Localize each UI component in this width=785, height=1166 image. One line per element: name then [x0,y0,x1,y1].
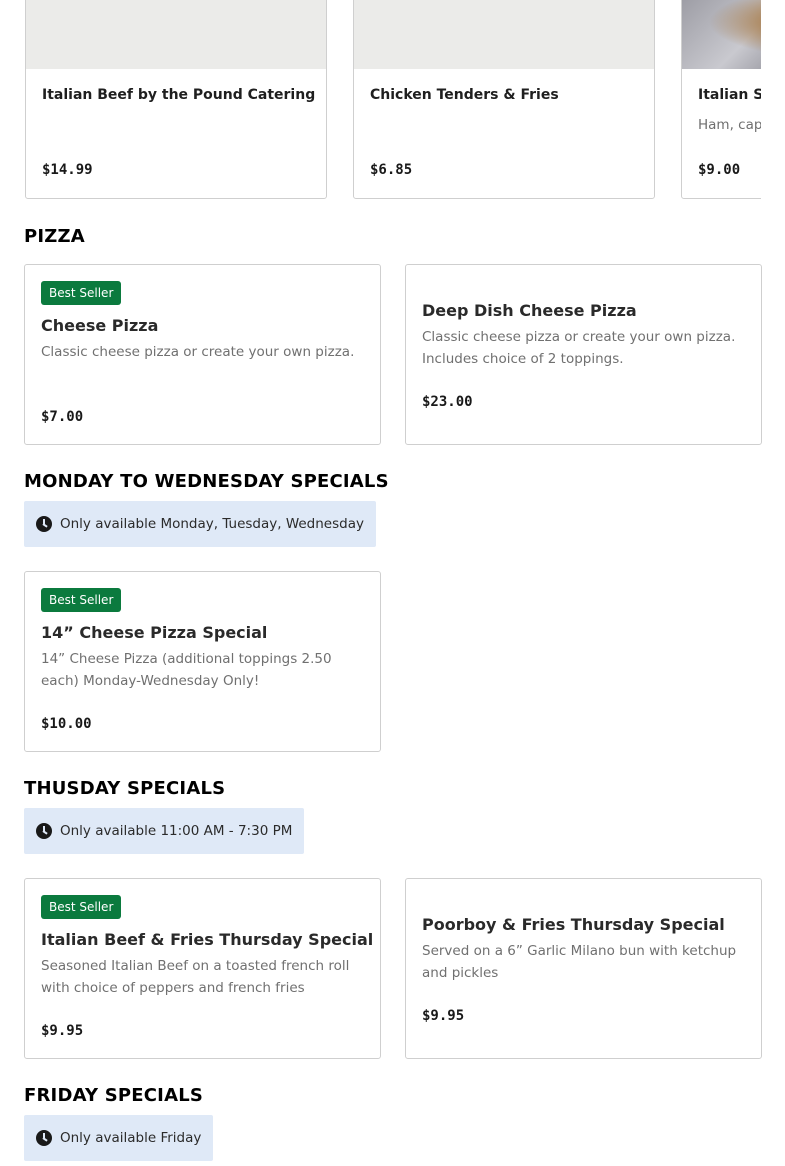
item-price: $10.00 [41,716,92,732]
featured-item-card[interactable]: Chicken Tenders & Fries $6.85 [353,0,655,199]
clock-icon [36,516,52,532]
item-price: $14.99 [42,162,93,178]
menu-item-card[interactable]: Best Seller Italian Beef & Fries Thursda… [24,878,381,1059]
item-description: Classic cheese pizza or create your own … [41,344,355,360]
item-price: $9.00 [698,162,741,178]
featured-item-card[interactable]: Italian Beef by the Pound Catering $14.9… [25,0,327,199]
featured-item-card[interactable]: Italian Su Ham, capi cheese, Ita $9.00 [681,0,761,199]
item-price: $23.00 [422,394,473,410]
menu-page: Italian Beef by the Pound Catering $14.9… [0,0,785,1166]
item-image-placeholder [26,0,326,69]
section-heading-pizza: PIZZA [24,226,85,247]
item-price: $9.95 [41,1023,84,1039]
clock-icon [36,1130,52,1146]
availability-text: Only available Monday, Tuesday, Wednesda… [60,516,364,532]
menu-item-card[interactable]: Best Seller Cheese Pizza Classic cheese … [24,264,381,445]
best-seller-badge: Best Seller [41,281,122,305]
item-price: $7.00 [41,409,84,425]
item-description: 14” Cheese Pizza (additional toppings 2.… [41,651,332,689]
best-seller-badge: Best Seller [41,588,122,612]
item-image [682,0,761,69]
availability-notice: Only available 11:00 AM - 7:30 PM [24,808,305,854]
item-title: 14” Cheese Pizza Special [41,623,268,642]
item-price: $9.95 [422,1008,465,1024]
availability-text: Only available 11:00 AM - 7:30 PM [60,823,293,839]
item-title: Poorboy & Fries Thursday Special [422,915,725,934]
section-heading-thursday-specials: THUSDAY SPECIALS [24,778,226,799]
item-description: Classic cheese pizza or create your own … [422,329,736,367]
availability-notice: Only available Friday [24,1115,214,1161]
menu-item-card[interactable]: Poorboy & Fries Thursday Special Served … [405,878,762,1059]
item-price: $6.85 [370,162,413,178]
item-title: Deep Dish Cheese Pizza [422,301,637,320]
item-title: Cheese Pizza [41,316,159,335]
item-title: Italian Su [698,87,761,103]
menu-item-card[interactable]: Deep Dish Cheese Pizza Classic cheese pi… [405,264,762,445]
item-description: Ham, capi cheese, Ita [698,117,761,133]
availability-text: Only available Friday [60,1130,202,1146]
availability-notice: Only available Monday, Tuesday, Wednesda… [24,501,376,547]
best-seller-badge: Best Seller [41,895,122,919]
item-image-placeholder [354,0,654,69]
featured-items-carousel[interactable]: Italian Beef by the Pound Catering $14.9… [24,0,761,199]
menu-item-card[interactable]: Best Seller 14” Cheese Pizza Special 14”… [24,571,381,752]
item-title: Chicken Tenders & Fries [370,87,559,103]
section-heading-friday-specials: FRIDAY SPECIALS [24,1085,204,1106]
clock-icon [36,823,52,839]
item-description: Served on a 6” Garlic Milano bun with ke… [422,943,737,981]
item-title: Italian Beef & Fries Thursday Special [41,930,374,949]
section-heading-mon-wed-specials: MONDAY TO WEDNESDAY SPECIALS [24,471,389,492]
item-title: Italian Beef by the Pound Catering [42,87,316,103]
item-description: Seasoned Italian Beef on a toasted frenc… [41,958,350,996]
